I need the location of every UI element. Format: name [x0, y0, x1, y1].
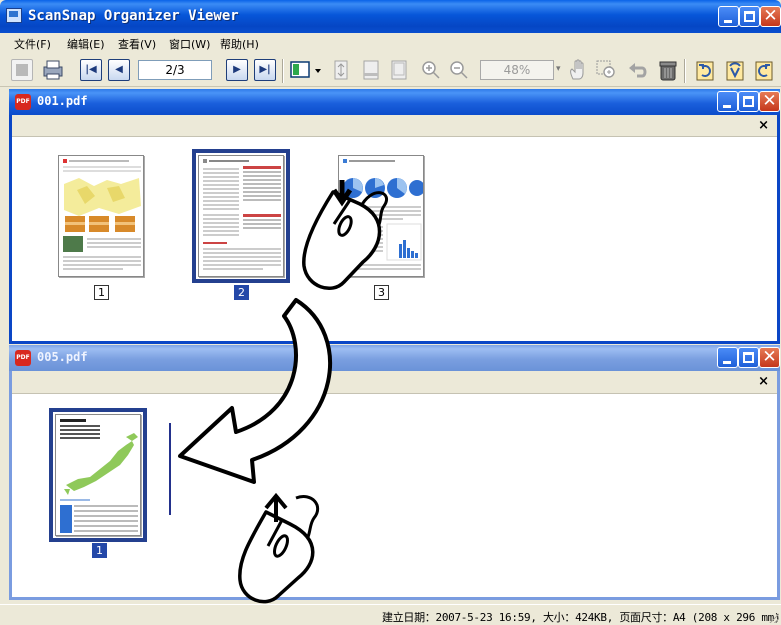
save-icon	[16, 64, 28, 76]
minimize-icon	[723, 105, 731, 108]
maximize-icon	[743, 352, 754, 363]
fit-page-button[interactable]	[388, 59, 410, 81]
menu-edit[interactable]: 编辑(E)	[67, 36, 105, 52]
page-number-label[interactable]: 1	[92, 543, 107, 558]
pdf-icon: PDF	[15, 94, 31, 110]
title-bar: ScanSnap Organizer Viewer ✕	[0, 0, 781, 33]
menu-view[interactable]: 查看(V)	[118, 36, 156, 52]
rotate-left-button[interactable]	[693, 59, 717, 81]
fit-height-button[interactable]	[330, 59, 352, 81]
zoom-field[interactable]: 48%	[480, 60, 554, 80]
menu-bar: 文件(F) 编辑(E) 查看(V) 窗口(W) 帮助(H)	[0, 33, 781, 53]
rotate-180-icon	[726, 61, 744, 81]
doc-close-button[interactable]: ✕	[759, 91, 780, 112]
app-title: ScanSnap Organizer Viewer	[28, 8, 239, 24]
last-page-icon: ▶|	[259, 64, 271, 75]
minimize-icon	[723, 361, 731, 364]
menu-help[interactable]: 帮助(H)	[220, 36, 259, 52]
fit-width-icon	[363, 60, 379, 80]
fit-width-button[interactable]	[360, 59, 382, 81]
zoom-in-button[interactable]	[420, 59, 442, 81]
document-info-bar: ×	[12, 371, 777, 394]
zoom-out-icon	[450, 61, 468, 79]
trash-icon	[659, 61, 677, 81]
page-number-label[interactable]: 1	[94, 285, 109, 300]
page-thumbnail-2[interactable]	[192, 149, 290, 283]
first-page-icon: |◀	[85, 64, 97, 75]
close-panel-button[interactable]: ×	[758, 374, 769, 389]
print-icon	[43, 60, 63, 80]
document-title: 005.pdf	[37, 350, 88, 364]
rotate-180-button[interactable]	[723, 59, 747, 81]
last-page-button[interactable]: ▶|	[254, 59, 276, 81]
doc-maximize-button[interactable]	[738, 91, 759, 112]
print-button[interactable]	[40, 59, 66, 81]
status-text: 建立日期：2007-5-23 16:59, 大小：424KB, 页面尺寸：A4 …	[382, 611, 781, 624]
document-info-bar: ×	[12, 115, 777, 137]
close-icon: ✕	[762, 91, 777, 111]
close-panel-button[interactable]: ×	[758, 118, 769, 133]
rotate-left-icon	[696, 61, 714, 81]
minimize-icon	[724, 20, 732, 23]
close-button[interactable]: ✕	[760, 6, 781, 27]
fit-page-icon	[391, 60, 407, 80]
save-button[interactable]	[11, 59, 33, 81]
pdf-icon: PDF	[15, 350, 31, 366]
doc-minimize-button[interactable]	[717, 91, 738, 112]
undo-button[interactable]	[627, 59, 651, 81]
toolbar-separator	[282, 59, 284, 83]
rotate-right-icon	[755, 61, 773, 81]
toolbar-separator-2	[684, 59, 686, 83]
doc-close-button[interactable]: ✕	[759, 347, 780, 368]
resize-grip-icon[interactable]	[767, 611, 779, 623]
page-number-label[interactable]: 3	[374, 285, 389, 300]
prev-page-button[interactable]: ◀	[108, 59, 130, 81]
document-window-005: PDF 005.pdf ✕ × 1	[9, 345, 780, 600]
chart-page-image	[343, 159, 423, 270]
document-title-bar: PDF 005.pdf ✕	[9, 345, 780, 371]
fit-height-icon	[334, 60, 348, 80]
undo-icon	[629, 63, 647, 78]
page-thumbnail-1[interactable]	[58, 155, 144, 277]
menu-window[interactable]: 窗口(W)	[169, 36, 210, 52]
app-window: ScanSnap Organizer Viewer ✕ 文件(F) 编辑(E) …	[0, 0, 781, 625]
doc-maximize-button[interactable]	[738, 347, 759, 368]
app-icon	[6, 8, 22, 23]
map-page-image	[63, 159, 141, 270]
next-page-icon: ▶	[233, 64, 241, 75]
page-thumbnail-1[interactable]	[49, 408, 147, 542]
insertion-marker	[169, 423, 171, 515]
zoom-dropdown-icon[interactable]: ▾	[556, 64, 561, 74]
doc-minimize-button[interactable]	[717, 347, 738, 368]
table-page-image	[203, 159, 281, 270]
menu-file[interactable]: 文件(F)	[14, 36, 51, 52]
prev-page-icon: ◀	[115, 64, 123, 75]
japan-map-page-image	[60, 419, 138, 533]
page-thumbnail-3[interactable]	[338, 155, 424, 277]
maximize-icon	[743, 96, 754, 107]
document-title: 001.pdf	[37, 94, 88, 108]
hand-tool-icon	[570, 59, 584, 80]
first-page-button[interactable]: |◀	[80, 59, 102, 81]
maximize-button[interactable]	[739, 6, 760, 27]
page-number-input[interactable]: 2/3	[138, 60, 212, 80]
next-page-button[interactable]: ▶	[226, 59, 248, 81]
document-window-001: PDF 001.pdf ✕ × 1 2 3	[9, 89, 780, 344]
maximize-icon	[744, 11, 755, 22]
minimize-button[interactable]	[718, 6, 739, 27]
zoom-area-button[interactable]	[595, 59, 619, 81]
page-number-label[interactable]: 2	[234, 285, 249, 300]
status-bar: 建立日期：2007-5-23 16:59, 大小：424KB, 页面尺寸：A4 …	[0, 604, 781, 625]
trash-button[interactable]	[657, 59, 679, 81]
rotate-right-button[interactable]	[752, 59, 776, 81]
zoom-in-icon	[422, 61, 440, 79]
document-title-bar: PDF 001.pdf ✕	[9, 89, 780, 115]
close-icon: ✕	[762, 347, 777, 367]
hand-tool-button[interactable]	[567, 59, 591, 81]
close-icon: ✕	[763, 6, 778, 26]
zoom-out-button[interactable]	[448, 59, 470, 81]
zoom-area-icon	[596, 60, 615, 78]
thumbnail-view-button[interactable]	[289, 59, 323, 81]
thumbnail-view-icon	[290, 61, 321, 78]
